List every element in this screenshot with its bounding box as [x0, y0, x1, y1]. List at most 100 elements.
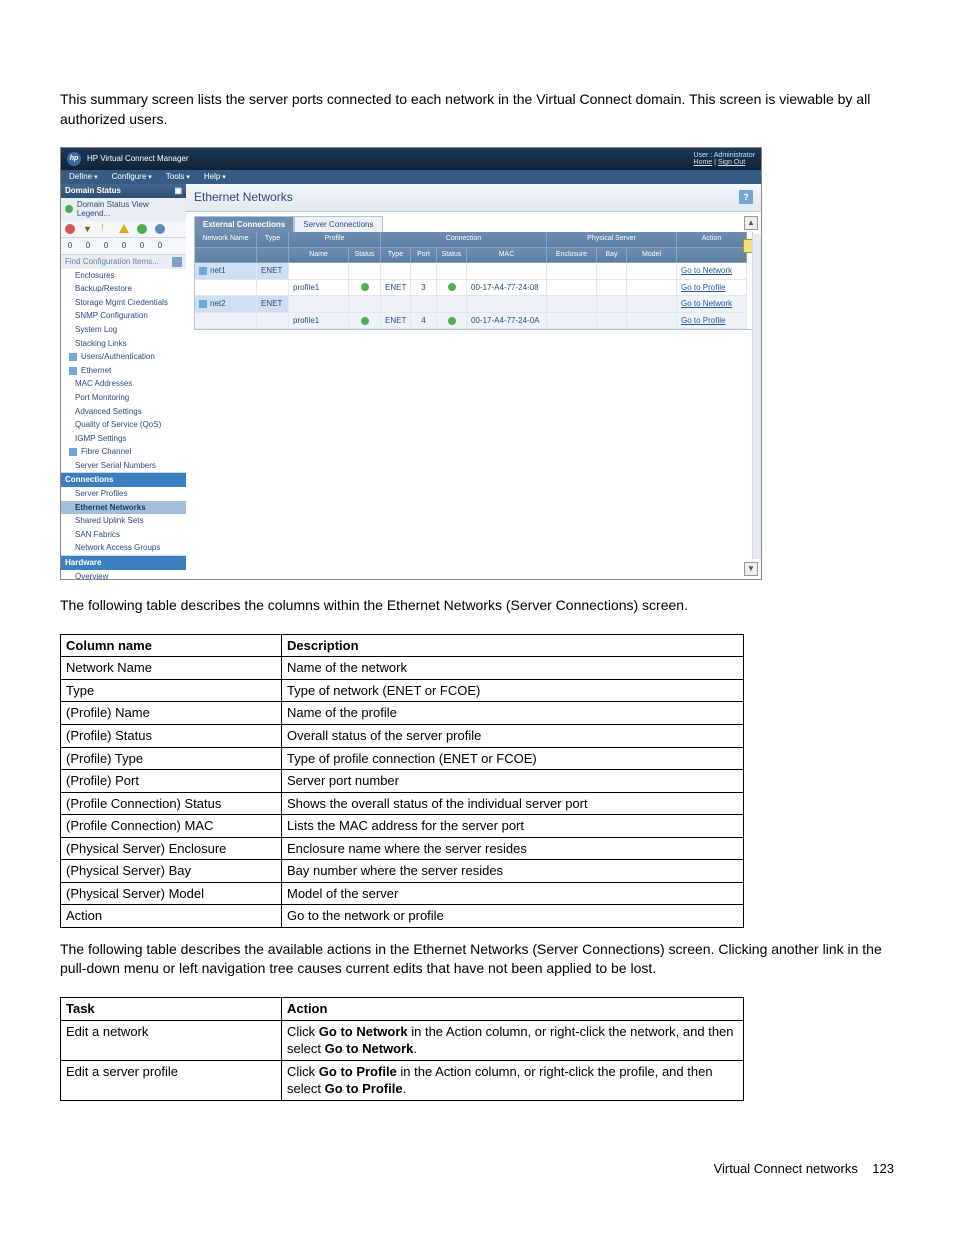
- nav-row[interactable]: Connections: [61, 472, 186, 487]
- nav-row[interactable]: IGMP Settings: [61, 432, 186, 446]
- menubar: Define Configure Tools Help: [61, 170, 761, 184]
- help-icon[interactable]: ?: [739, 190, 753, 204]
- column-header[interactable]: [677, 248, 747, 263]
- column-header[interactable]: [195, 248, 257, 263]
- nav-row[interactable]: Enclosures: [61, 269, 186, 283]
- column-header[interactable]: Enclosure: [547, 248, 597, 263]
- nav-row[interactable]: Server Serial Numbers: [61, 459, 186, 473]
- column-header[interactable]: Status: [437, 248, 467, 263]
- nav-row[interactable]: Quality of Service (QoS): [61, 418, 186, 432]
- nav-row[interactable]: Ethernet Networks: [61, 501, 186, 515]
- column-header[interactable]: Status: [349, 248, 381, 263]
- nav-row[interactable]: Stacking Links: [61, 337, 186, 351]
- nav-row[interactable]: Server Profiles: [61, 487, 186, 501]
- menu-help[interactable]: Help: [204, 172, 226, 182]
- nav-row[interactable]: Users/Authentication: [61, 350, 186, 364]
- nav-item[interactable]: Connections: [65, 475, 113, 484]
- column-header[interactable]: Physical Server: [547, 232, 677, 247]
- home-link[interactable]: Home: [694, 159, 713, 166]
- window-titlebar: hp HP Virtual Connect Manager User : Adm…: [61, 148, 761, 170]
- table-cell: [349, 313, 381, 330]
- column-header[interactable]: Model: [627, 248, 677, 263]
- column-header[interactable]: Type: [257, 232, 289, 247]
- action-link[interactable]: Go to Network: [677, 263, 747, 280]
- nav-item[interactable]: Users/Authentication: [81, 352, 155, 362]
- nav-item[interactable]: Advanced Settings: [75, 407, 142, 416]
- column-header[interactable]: Connection: [381, 232, 547, 247]
- nav-row[interactable]: System Log: [61, 323, 186, 337]
- menu-configure[interactable]: Configure: [112, 172, 152, 182]
- nav-item[interactable]: System Log: [75, 325, 117, 334]
- nav-item[interactable]: Server Serial Numbers: [75, 461, 156, 470]
- domain-status-bar[interactable]: Domain Status View Legend...: [61, 198, 186, 221]
- nav-item[interactable]: Backup/Restore: [75, 284, 132, 293]
- table-cell: [349, 263, 381, 280]
- nav-row[interactable]: Shared Uplink Sets: [61, 514, 186, 528]
- column-header[interactable]: Port: [411, 248, 437, 263]
- nav-row[interactable]: SAN Fabrics: [61, 528, 186, 542]
- column-header[interactable]: Name: [289, 248, 349, 263]
- nav-item[interactable]: Quality of Service (QoS): [75, 420, 161, 429]
- status-count: 0: [137, 241, 147, 251]
- nav-item[interactable]: Overview: [75, 572, 108, 580]
- ok-icon[interactable]: [137, 224, 147, 234]
- warning-icon[interactable]: [119, 224, 129, 233]
- collapse-icon[interactable]: ▣: [174, 186, 182, 196]
- scroll-down-icon[interactable]: ▼: [744, 562, 758, 576]
- critical-icon[interactable]: [65, 224, 75, 234]
- nav-row[interactable]: Hardware: [61, 555, 186, 570]
- scrollbar[interactable]: [752, 234, 761, 559]
- nav-item[interactable]: IGMP Settings: [75, 434, 126, 443]
- nav-item[interactable]: Enclosures: [75, 271, 115, 280]
- tab-external-connections[interactable]: External Connections: [194, 216, 294, 233]
- tab-server-connections[interactable]: Server Connections: [294, 216, 382, 233]
- nav-item[interactable]: Stacking Links: [75, 339, 127, 348]
- menu-define[interactable]: Define: [69, 172, 98, 182]
- nav-item[interactable]: Server Profiles: [75, 489, 127, 498]
- nav-item[interactable]: Ethernet Networks: [75, 503, 146, 512]
- nav-row[interactable]: Port Monitoring: [61, 391, 186, 405]
- nav-row[interactable]: Overview: [61, 570, 186, 580]
- column-header[interactable]: [257, 248, 289, 263]
- nav-row[interactable]: Storage Mgmt Credentials: [61, 296, 186, 310]
- nav-item[interactable]: SAN Fabrics: [75, 530, 120, 539]
- action-link[interactable]: Go to Profile: [677, 280, 747, 297]
- status-links[interactable]: Domain Status View Legend...: [77, 200, 182, 219]
- nav-row[interactable]: SNMP Configuration: [61, 309, 186, 323]
- action-link[interactable]: Go to Profile: [677, 313, 747, 330]
- nav-item[interactable]: Shared Uplink Sets: [75, 516, 143, 525]
- menu-tools[interactable]: Tools: [166, 172, 190, 182]
- info-icon[interactable]: [155, 224, 165, 234]
- find-bar[interactable]: Find Configuration Items...: [61, 255, 186, 269]
- nav-row[interactable]: MAC Addresses: [61, 377, 186, 391]
- tree-expand-icon[interactable]: [69, 353, 77, 361]
- intro-text: This summary screen lists the server por…: [60, 90, 894, 129]
- nav-item[interactable]: SNMP Configuration: [75, 311, 148, 320]
- nav-item[interactable]: Storage Mgmt Credentials: [75, 298, 168, 307]
- nav-item[interactable]: Port Monitoring: [75, 393, 129, 402]
- nav-item[interactable]: Fibre Channel: [81, 447, 131, 457]
- column-header[interactable]: Type: [381, 248, 411, 263]
- signout-link[interactable]: Sign Out: [718, 159, 745, 166]
- nav-row[interactable]: Backup/Restore: [61, 282, 186, 296]
- nav-item[interactable]: Hardware: [65, 558, 101, 567]
- nav-row[interactable]: Ethernet: [61, 364, 186, 378]
- minor-icon[interactable]: !: [101, 224, 111, 234]
- nav-row[interactable]: Advanced Settings: [61, 405, 186, 419]
- scroll-up-icon[interactable]: ▲: [744, 216, 758, 230]
- nav-item[interactable]: Ethernet: [81, 366, 111, 376]
- tree-expand-icon[interactable]: [69, 448, 77, 456]
- filter-icon[interactable]: ▼: [83, 224, 93, 234]
- column-header[interactable]: MAC: [467, 248, 547, 263]
- find-button-icon[interactable]: [172, 257, 182, 267]
- nav-item[interactable]: MAC Addresses: [75, 379, 132, 388]
- column-header[interactable]: Action: [677, 232, 747, 247]
- nav-item[interactable]: Network Access Groups: [75, 543, 160, 552]
- column-header[interactable]: Network Name: [195, 232, 257, 247]
- nav-row[interactable]: Fibre Channel: [61, 445, 186, 459]
- action-link[interactable]: Go to Network: [677, 296, 747, 313]
- nav-row[interactable]: Network Access Groups: [61, 541, 186, 555]
- column-header[interactable]: Bay: [597, 248, 627, 263]
- tree-expand-icon[interactable]: [69, 367, 77, 375]
- column-header[interactable]: Profile: [289, 232, 381, 247]
